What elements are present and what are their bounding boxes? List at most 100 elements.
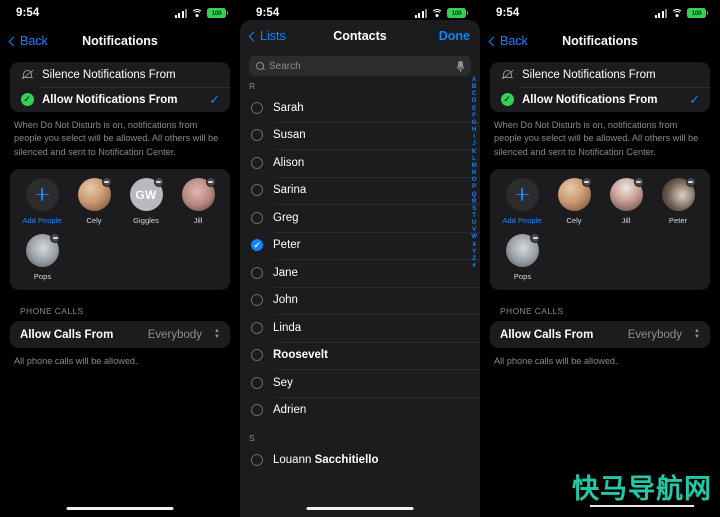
alpha-index-letter[interactable]: P <box>472 183 476 190</box>
person-jill[interactable]: Jill <box>600 177 652 225</box>
contact-row-jane[interactable]: Jane <box>240 259 480 287</box>
person-pops[interactable]: Pops <box>496 233 549 282</box>
allow-calls-from-row[interactable]: Allow Calls From Everybody ▲ ▼ <box>10 321 230 348</box>
alpha-index-letter[interactable]: N <box>472 169 476 176</box>
site-watermark: 快马导航网 <box>572 476 712 507</box>
alpha-index-letter[interactable]: V <box>472 226 476 233</box>
contact-row-sey[interactable]: Sey <box>240 369 480 397</box>
alpha-index-letter[interactable]: L <box>472 155 476 162</box>
alpha-index-letter[interactable]: # <box>472 262 475 269</box>
back-button[interactable]: Back <box>8 34 48 48</box>
person-label: Pops <box>513 272 532 282</box>
alpha-index-letter[interactable]: I <box>473 133 475 140</box>
contact-row-peter[interactable]: Peter <box>240 231 480 260</box>
person-giggles[interactable]: GW Giggles <box>120 177 172 225</box>
alpha-index-letter[interactable]: R <box>472 198 476 205</box>
contact-row-sarah[interactable]: Sarah <box>240 94 480 122</box>
alpha-index-letter[interactable]: H <box>472 126 476 133</box>
remove-badge-icon[interactable] <box>633 177 644 188</box>
alpha-index-letter[interactable]: J <box>472 140 475 147</box>
lists-back-label: Lists <box>260 29 286 43</box>
person-label: Jill <box>193 216 203 226</box>
contact-checkbox[interactable] <box>251 101 263 114</box>
contact-row-susan[interactable]: Susan <box>240 121 480 150</box>
allow-notifications-row[interactable]: ✓ Allow Notifications From ✓ <box>490 87 710 112</box>
alpha-index-letter[interactable]: F <box>472 112 476 119</box>
contacts-list[interactable]: A B C D E F G H I J K L M N O P Q R S T … <box>240 76 480 474</box>
contact-checkbox[interactable] <box>251 453 263 466</box>
chevron-up-down-icon[interactable]: ▲ ▼ <box>214 328 220 340</box>
allow-calls-from-row[interactable]: Allow Calls From Everybody ▲ ▼ <box>490 321 710 348</box>
contact-checkbox[interactable] <box>251 294 263 307</box>
alpha-index-letter[interactable]: K <box>472 148 476 155</box>
alpha-index-letter[interactable]: T <box>472 212 476 219</box>
back-button[interactable]: Back <box>488 34 528 48</box>
contacts-sheet: Lists Contacts Done Search A B C D E F G… <box>240 20 480 517</box>
person-jill[interactable]: Jill <box>172 177 224 226</box>
remove-badge-icon[interactable] <box>50 233 60 244</box>
alpha-index-letter[interactable]: B <box>472 83 476 90</box>
contact-checkbox[interactable] <box>251 184 263 197</box>
person-add-people[interactable]: Add People <box>16 178 68 225</box>
alpha-index-letter[interactable]: X <box>472 241 476 248</box>
status-bar-indicators: 100 <box>174 8 229 18</box>
avatar <box>661 177 696 212</box>
alpha-index-letter[interactable]: M <box>472 162 477 169</box>
alpha-index-letter[interactable]: E <box>472 105 476 112</box>
person-pops[interactable]: Pops <box>16 233 69 281</box>
done-button[interactable]: Done <box>439 29 470 43</box>
contact-checkbox[interactable] <box>251 211 263 224</box>
contact-row-roosevelt[interactable]: Roosevelt <box>240 341 480 370</box>
remove-badge-icon[interactable] <box>685 177 696 188</box>
contact-checkbox-selected[interactable] <box>251 239 263 252</box>
contact-checkbox[interactable] <box>251 156 263 169</box>
alpha-index-letter[interactable]: S <box>472 205 476 212</box>
alpha-index-letter[interactable]: Q <box>472 191 477 198</box>
silence-notifications-row[interactable]: Silence Notifications From <box>10 62 230 87</box>
allow-notifications-row[interactable]: ✓ Allow Notifications From ✓ <box>10 87 230 112</box>
person-cely[interactable]: Cely <box>68 177 120 225</box>
silence-notifications-row[interactable]: Silence Notifications From <box>490 62 710 87</box>
contact-checkbox[interactable] <box>251 349 263 362</box>
alpha-index-letter[interactable]: D <box>472 97 476 104</box>
contact-row-louann-sacchitiello[interactable]: Louann Sacchitiello <box>240 446 480 474</box>
contact-row-john[interactable]: John <box>240 286 480 315</box>
panel-contacts-picker: 9:54 100 Lists Contacts Done Search A B … <box>240 0 480 517</box>
contact-checkbox[interactable] <box>251 266 263 279</box>
home-indicator <box>306 506 414 510</box>
allowed-people-grid: Add People Cely GW Giggles Jill Pops <box>10 169 230 291</box>
search-placeholder: Search <box>269 60 301 72</box>
microphone-icon[interactable] <box>457 60 464 72</box>
remove-badge-icon[interactable] <box>205 177 216 188</box>
alpha-index-letter[interactable]: U <box>472 219 476 226</box>
battery-percent: 100 <box>691 9 702 17</box>
alpha-index-letter[interactable]: Z <box>472 255 476 262</box>
contact-row-linda[interactable]: Linda <box>240 314 480 342</box>
contact-checkbox[interactable] <box>251 129 263 142</box>
person-label: Add People <box>22 216 62 226</box>
remove-badge-icon[interactable] <box>530 233 540 244</box>
alpha-index-letter[interactable]: C <box>472 90 476 97</box>
person-peter[interactable]: Peter <box>652 177 704 225</box>
alphabet-index[interactable]: A B C D E F G H I J K L M N O P Q R S T … <box>471 76 477 269</box>
contact-row-greg[interactable]: Greg <box>240 204 480 232</box>
alpha-index-letter[interactable]: O <box>472 176 477 183</box>
remove-badge-icon[interactable] <box>153 177 164 188</box>
remove-badge-icon[interactable] <box>101 177 112 188</box>
contact-row-sarina[interactable]: Sarina <box>240 176 480 205</box>
search-input[interactable]: Search <box>249 56 471 76</box>
contact-row-alison[interactable]: Alison <box>240 149 480 177</box>
contact-checkbox[interactable] <box>251 404 263 417</box>
alpha-index-letter[interactable]: G <box>472 119 477 126</box>
person-cely[interactable]: Cely <box>548 177 600 225</box>
lists-back-button[interactable]: Lists <box>248 29 286 43</box>
alpha-index-letter[interactable]: W <box>471 233 477 240</box>
remove-badge-icon[interactable] <box>581 177 592 188</box>
contact-row-adrien[interactable]: Adrien <box>240 396 480 425</box>
alpha-index-letter[interactable]: A <box>472 76 476 83</box>
contact-checkbox[interactable] <box>251 376 263 389</box>
chevron-up-down-icon[interactable]: ▲ ▼ <box>694 328 700 340</box>
alpha-index-letter[interactable]: Y <box>472 248 476 255</box>
contact-checkbox[interactable] <box>251 321 263 334</box>
person-add-people[interactable]: Add People <box>496 178 548 225</box>
